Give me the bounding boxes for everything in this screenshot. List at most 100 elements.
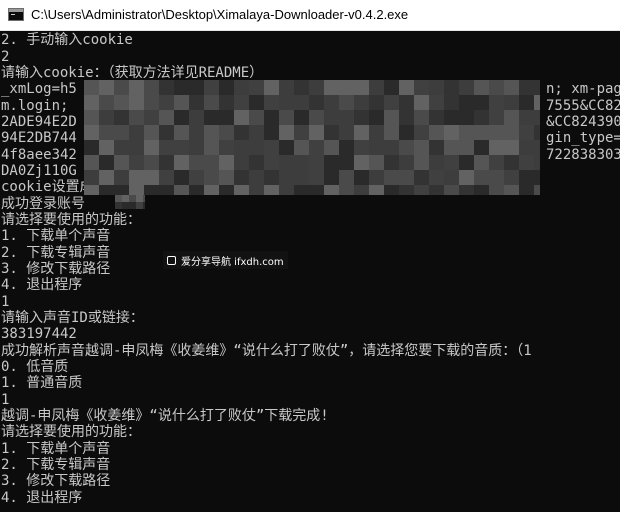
mosaic-cell (249, 170, 264, 185)
mosaic-cell (144, 140, 159, 155)
mosaic-cell (324, 185, 339, 195)
mosaic-cell (384, 95, 399, 110)
mosaic-cell (174, 185, 189, 195)
mosaic-cell (249, 140, 264, 155)
mosaic-cell (309, 140, 324, 155)
mosaic-cell (204, 185, 219, 195)
mosaic-cell (459, 170, 474, 185)
mosaic-cell (159, 110, 174, 125)
cookie-fragment: 722838303 (546, 147, 620, 163)
mosaic-cell (84, 110, 99, 125)
mosaic-cell (429, 170, 444, 185)
mosaic-cell (429, 140, 444, 155)
mosaic-cell (414, 125, 429, 140)
mosaic-cell (129, 202, 136, 209)
mosaic-cell (339, 140, 354, 155)
mosaic-cell (339, 185, 354, 195)
mosaic-cell (504, 110, 519, 125)
mosaic-cell (219, 140, 234, 155)
mosaic-cell (114, 185, 129, 195)
mosaic-cell (414, 155, 429, 170)
mosaic-cell (279, 185, 294, 195)
mosaic-cell (279, 140, 294, 155)
mosaic-cell (504, 95, 519, 110)
mosaic-cell (234, 140, 249, 155)
watermark-logo-icon (167, 255, 176, 265)
mosaic-cell (339, 80, 354, 95)
mosaic-cell (354, 170, 369, 185)
mosaic-cell (369, 170, 384, 185)
mosaic-cell (159, 125, 174, 140)
mosaic-cell (114, 125, 129, 140)
mosaic-cell (384, 125, 399, 140)
mosaic-cell (534, 110, 540, 125)
mosaic-cell (399, 185, 414, 195)
redaction-mosaic (84, 80, 540, 195)
mosaic-cell (159, 155, 174, 170)
mosaic-cell (84, 185, 99, 195)
mosaic-cell (474, 140, 489, 155)
mosaic-cell (294, 110, 309, 125)
mosaic-cell (459, 125, 474, 140)
console-output[interactable]: 2. 手动输入cookie 2 请输入cookie：（获取方法详见README）… (0, 31, 620, 512)
mosaic-cell (429, 110, 444, 125)
mosaic-cell (114, 140, 129, 155)
mosaic-cell (99, 170, 114, 185)
mosaic-cell (414, 170, 429, 185)
mosaic-cell (369, 140, 384, 155)
mosaic-cell (264, 125, 279, 140)
mosaic-cell (114, 95, 129, 110)
watermark-text: 爱分享导航 ifxdh.com (181, 256, 284, 268)
mosaic-cell (534, 185, 540, 195)
mosaic-cell (339, 95, 354, 110)
mosaic-cell (219, 125, 234, 140)
mosaic-cell (429, 125, 444, 140)
mosaic-cell (504, 155, 519, 170)
mosaic-cell (264, 95, 279, 110)
mosaic-cell (264, 110, 279, 125)
mosaic-cell (189, 170, 204, 185)
console-line: 1. 下载单个声音 (1, 228, 111, 244)
mosaic-cell (129, 95, 144, 110)
mosaic-cell (489, 155, 504, 170)
mosaic-cell (136, 202, 143, 209)
mosaic-cell (429, 95, 444, 110)
mosaic-cell (249, 80, 264, 95)
mosaic-cell (399, 140, 414, 155)
mosaic-cell (309, 185, 324, 195)
mosaic-cell (489, 185, 504, 195)
mosaic-cell (189, 185, 204, 195)
mosaic-cell (279, 80, 294, 95)
mosaic-cell (204, 140, 219, 155)
mosaic-cell (144, 110, 159, 125)
mosaic-cell (204, 155, 219, 170)
mosaic-cell (384, 155, 399, 170)
mosaic-cell (174, 95, 189, 110)
console-line: 4. 退出程序 (1, 490, 83, 506)
mosaic-cell (249, 110, 264, 125)
mosaic-cell (249, 95, 264, 110)
mosaic-cell (99, 155, 114, 170)
mosaic-cell (369, 80, 384, 95)
mosaic-cell (136, 195, 143, 202)
mosaic-cell (474, 95, 489, 110)
mosaic-cell (204, 125, 219, 140)
mosaic-cell (219, 110, 234, 125)
mosaic-cell (84, 80, 99, 95)
mosaic-cell (84, 95, 99, 110)
mosaic-cell (264, 80, 279, 95)
mosaic-cell (474, 185, 489, 195)
mosaic-cell (294, 80, 309, 95)
mosaic-cell (504, 185, 519, 195)
mosaic-cell (414, 140, 429, 155)
mosaic-cell (234, 80, 249, 95)
cookie-fragment: gin_type=p (546, 130, 620, 146)
mosaic-cell (159, 95, 174, 110)
window-titlebar[interactable]: C:\Users\Administrator\Desktop\Ximalaya-… (0, 0, 620, 31)
console-line: 383197442 (1, 326, 77, 342)
mosaic-cell (234, 110, 249, 125)
mosaic-cell (444, 110, 459, 125)
mosaic-cell (459, 155, 474, 170)
console-line: 请选择要使用的功能： (1, 424, 141, 440)
mosaic-cell (519, 95, 534, 110)
